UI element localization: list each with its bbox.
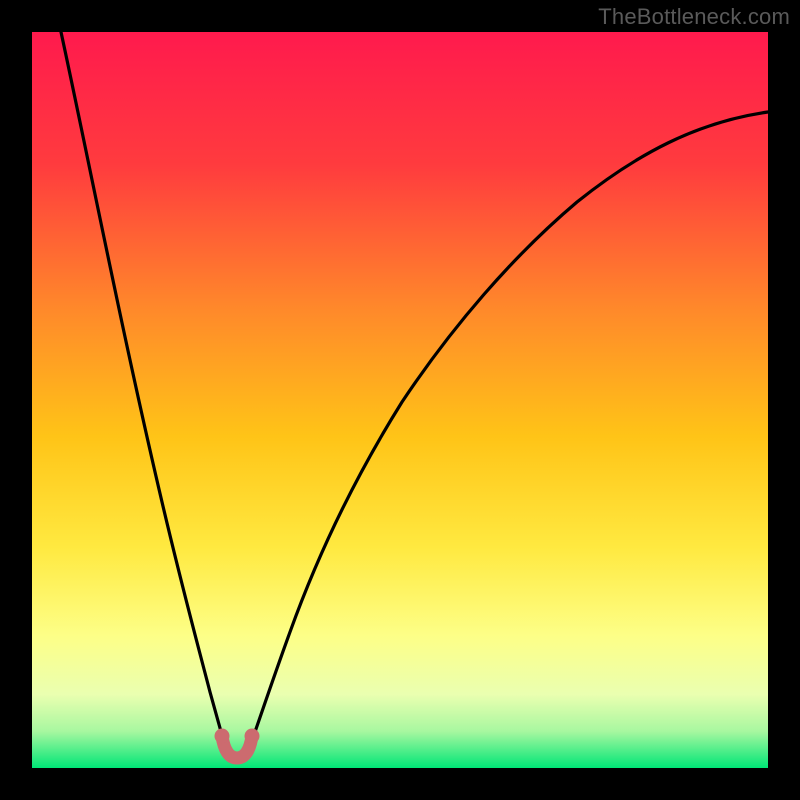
marker-dot-left	[215, 729, 230, 744]
gradient-background	[32, 32, 768, 768]
chart-svg	[32, 32, 768, 768]
marker-dot-right	[245, 729, 260, 744]
chart-frame: TheBottleneck.com	[0, 0, 800, 800]
plot-area	[32, 32, 768, 768]
watermark-text: TheBottleneck.com	[598, 4, 790, 30]
